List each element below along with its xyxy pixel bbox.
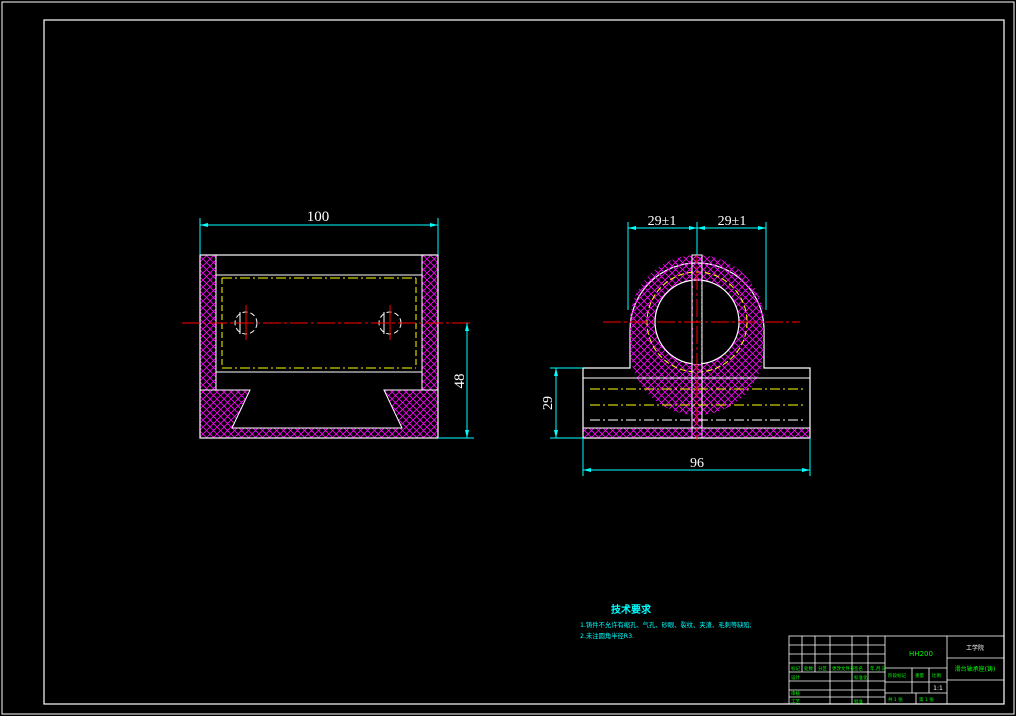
- dim-side-width: 96: [690, 456, 704, 471]
- label-stage-mark: 阶段标记: [888, 672, 906, 679]
- label-process: 工艺: [791, 699, 800, 705]
- title-block-part-name: 滑台轴承座(铸): [955, 665, 996, 673]
- label-approve: 批准: [854, 698, 863, 705]
- title-block-company: 工学院: [966, 644, 984, 652]
- dim-side-right-half: 29±1: [718, 214, 747, 229]
- front-view: [182, 218, 474, 439]
- title-block-code: HH200: [909, 650, 933, 658]
- label-ratio: 比例: [932, 672, 941, 679]
- label-sheet-number: 第 1 张: [919, 696, 934, 703]
- label-zone: 分区: [818, 665, 827, 672]
- label-design: 设计: [791, 674, 800, 681]
- dim-front-height: 48: [452, 374, 468, 389]
- tech-notes-title: 技术要求: [611, 603, 652, 616]
- side-view: [550, 222, 811, 476]
- dim-side-left-half: 29±1: [648, 214, 677, 229]
- label-weight: 重量: [915, 672, 924, 679]
- title-block-scale: 1:1: [933, 685, 943, 692]
- tech-note-1: 1.铸件不允许有缩孔、气孔、砂眼、裂纹、夹渣、毛刺等缺陷;: [580, 620, 752, 629]
- label-count: 处数: [804, 665, 813, 672]
- tech-note-2: 2.未注圆角半径R3.: [580, 631, 634, 640]
- label-total-sheets: 共 1 张: [888, 696, 903, 703]
- label-signature: 签名: [854, 665, 863, 672]
- label-review: 审核: [791, 690, 800, 697]
- drawing-frame: [1, 1, 1015, 715]
- label-mark: 标记: [791, 665, 800, 672]
- cad-drawing: 100 48 29±1 29±1 29 96 技术要求 1.铸件不允许有缩孔、气…: [1, 1, 1015, 715]
- label-standardize: 标准化: [854, 674, 868, 681]
- label-date: 年.月.日: [870, 665, 886, 672]
- dim-side-height: 29: [541, 396, 556, 410]
- dim-front-width: 100: [307, 209, 330, 225]
- label-change-doc: 更改文件号: [832, 665, 855, 672]
